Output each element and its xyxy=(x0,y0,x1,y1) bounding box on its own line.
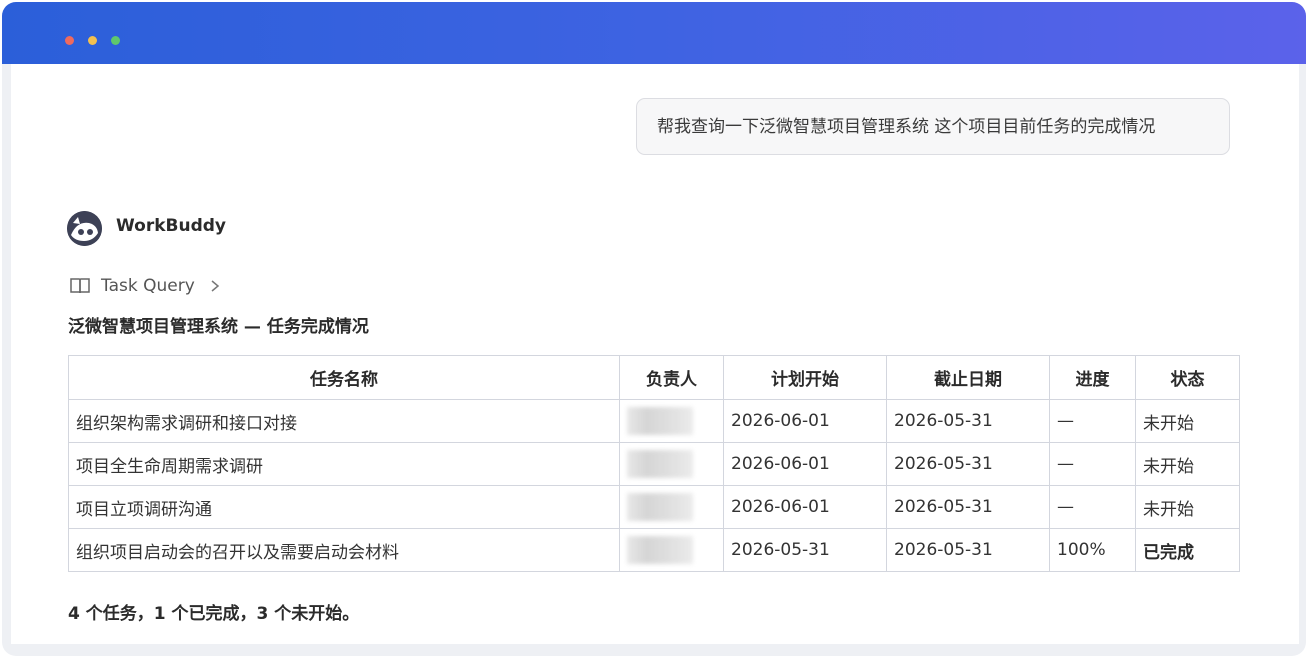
progress-cell: — xyxy=(1049,442,1136,486)
start-date-cell: 2026-06-01 xyxy=(723,442,887,486)
table-row: 项目立项调研沟通 2026-06-01 2026-05-31 — 未开始 xyxy=(68,485,1240,529)
start-date-cell: 2026-06-01 xyxy=(723,399,887,443)
due-date-cell: 2026-05-31 xyxy=(886,485,1050,529)
assistant-name: WorkBuddy xyxy=(116,216,226,236)
task-name-cell: 组织架构需求调研和接口对接 xyxy=(68,399,620,443)
column-header: 计划开始 xyxy=(723,355,887,400)
status-cell: 未开始 xyxy=(1135,442,1240,486)
table-row: 项目全生命周期需求调研 2026-06-01 2026-05-31 — 未开始 xyxy=(68,442,1240,486)
column-header: 截止日期 xyxy=(886,355,1050,400)
app-window: 帮我查询一下泛微智慧项目管理系统 这个项目目前任务的完成情况 WorkBuddy… xyxy=(2,2,1306,656)
progress-cell: 100% xyxy=(1049,528,1136,572)
owner-cell xyxy=(619,399,724,443)
redacted-owner xyxy=(627,450,693,478)
due-date-cell: 2026-05-31 xyxy=(886,528,1050,572)
task-name-cell: 项目全生命周期需求调研 xyxy=(68,442,620,486)
owner-cell xyxy=(619,528,724,572)
table-header-row: 任务名称 负责人 计划开始 截止日期 进度 状态 xyxy=(68,355,1240,400)
chevron-right-icon xyxy=(211,280,219,292)
maximize-window-dot[interactable] xyxy=(111,36,120,45)
table-row: 组织架构需求调研和接口对接 2026-06-01 2026-05-31 — 未开… xyxy=(68,399,1240,443)
task-name-cell: 组织项目启动会的召开以及需要启动会材料 xyxy=(68,528,620,572)
column-header: 任务名称 xyxy=(68,355,620,400)
assistant-avatar-icon xyxy=(67,211,102,246)
owner-cell xyxy=(619,485,724,529)
result-title: 泛微智慧项目管理系统 — 任务完成情况 xyxy=(68,317,369,337)
column-header: 进度 xyxy=(1049,355,1136,400)
status-cell: 已完成 xyxy=(1135,528,1240,572)
due-date-cell: 2026-05-31 xyxy=(886,442,1050,486)
result-summary: 4 个任务，1 个已完成，3 个未开始。 xyxy=(68,604,360,624)
redacted-owner xyxy=(627,493,693,521)
column-header: 负责人 xyxy=(619,355,724,400)
task-query-label: Task Query xyxy=(101,276,195,296)
progress-cell: — xyxy=(1049,399,1136,443)
task-query-link[interactable]: Task Query xyxy=(69,274,221,298)
table-row: 组织项目启动会的召开以及需要启动会材料 2026-05-31 2026-05-3… xyxy=(68,528,1240,572)
chat-area: 帮我查询一下泛微智慧项目管理系统 这个项目目前任务的完成情况 WorkBuddy… xyxy=(11,64,1299,644)
progress-cell: — xyxy=(1049,485,1136,529)
redacted-owner xyxy=(627,536,693,564)
user-message: 帮我查询一下泛微智慧项目管理系统 这个项目目前任务的完成情况 xyxy=(636,98,1230,155)
task-name-cell: 项目立项调研沟通 xyxy=(68,485,620,529)
minimize-window-dot[interactable] xyxy=(88,36,97,45)
window-titlebar xyxy=(2,2,1306,64)
owner-cell xyxy=(619,442,724,486)
close-window-dot[interactable] xyxy=(65,36,74,45)
start-date-cell: 2026-06-01 xyxy=(723,485,887,529)
start-date-cell: 2026-05-31 xyxy=(723,528,887,572)
column-header: 状态 xyxy=(1135,355,1240,400)
status-cell: 未开始 xyxy=(1135,485,1240,529)
redacted-owner xyxy=(627,407,693,435)
book-icon xyxy=(70,278,90,294)
tasks-table: 任务名称 负责人 计划开始 截止日期 进度 状态 组织架构需求调研和接口对接 2… xyxy=(68,355,1240,572)
due-date-cell: 2026-05-31 xyxy=(886,399,1050,443)
status-cell: 未开始 xyxy=(1135,399,1240,443)
